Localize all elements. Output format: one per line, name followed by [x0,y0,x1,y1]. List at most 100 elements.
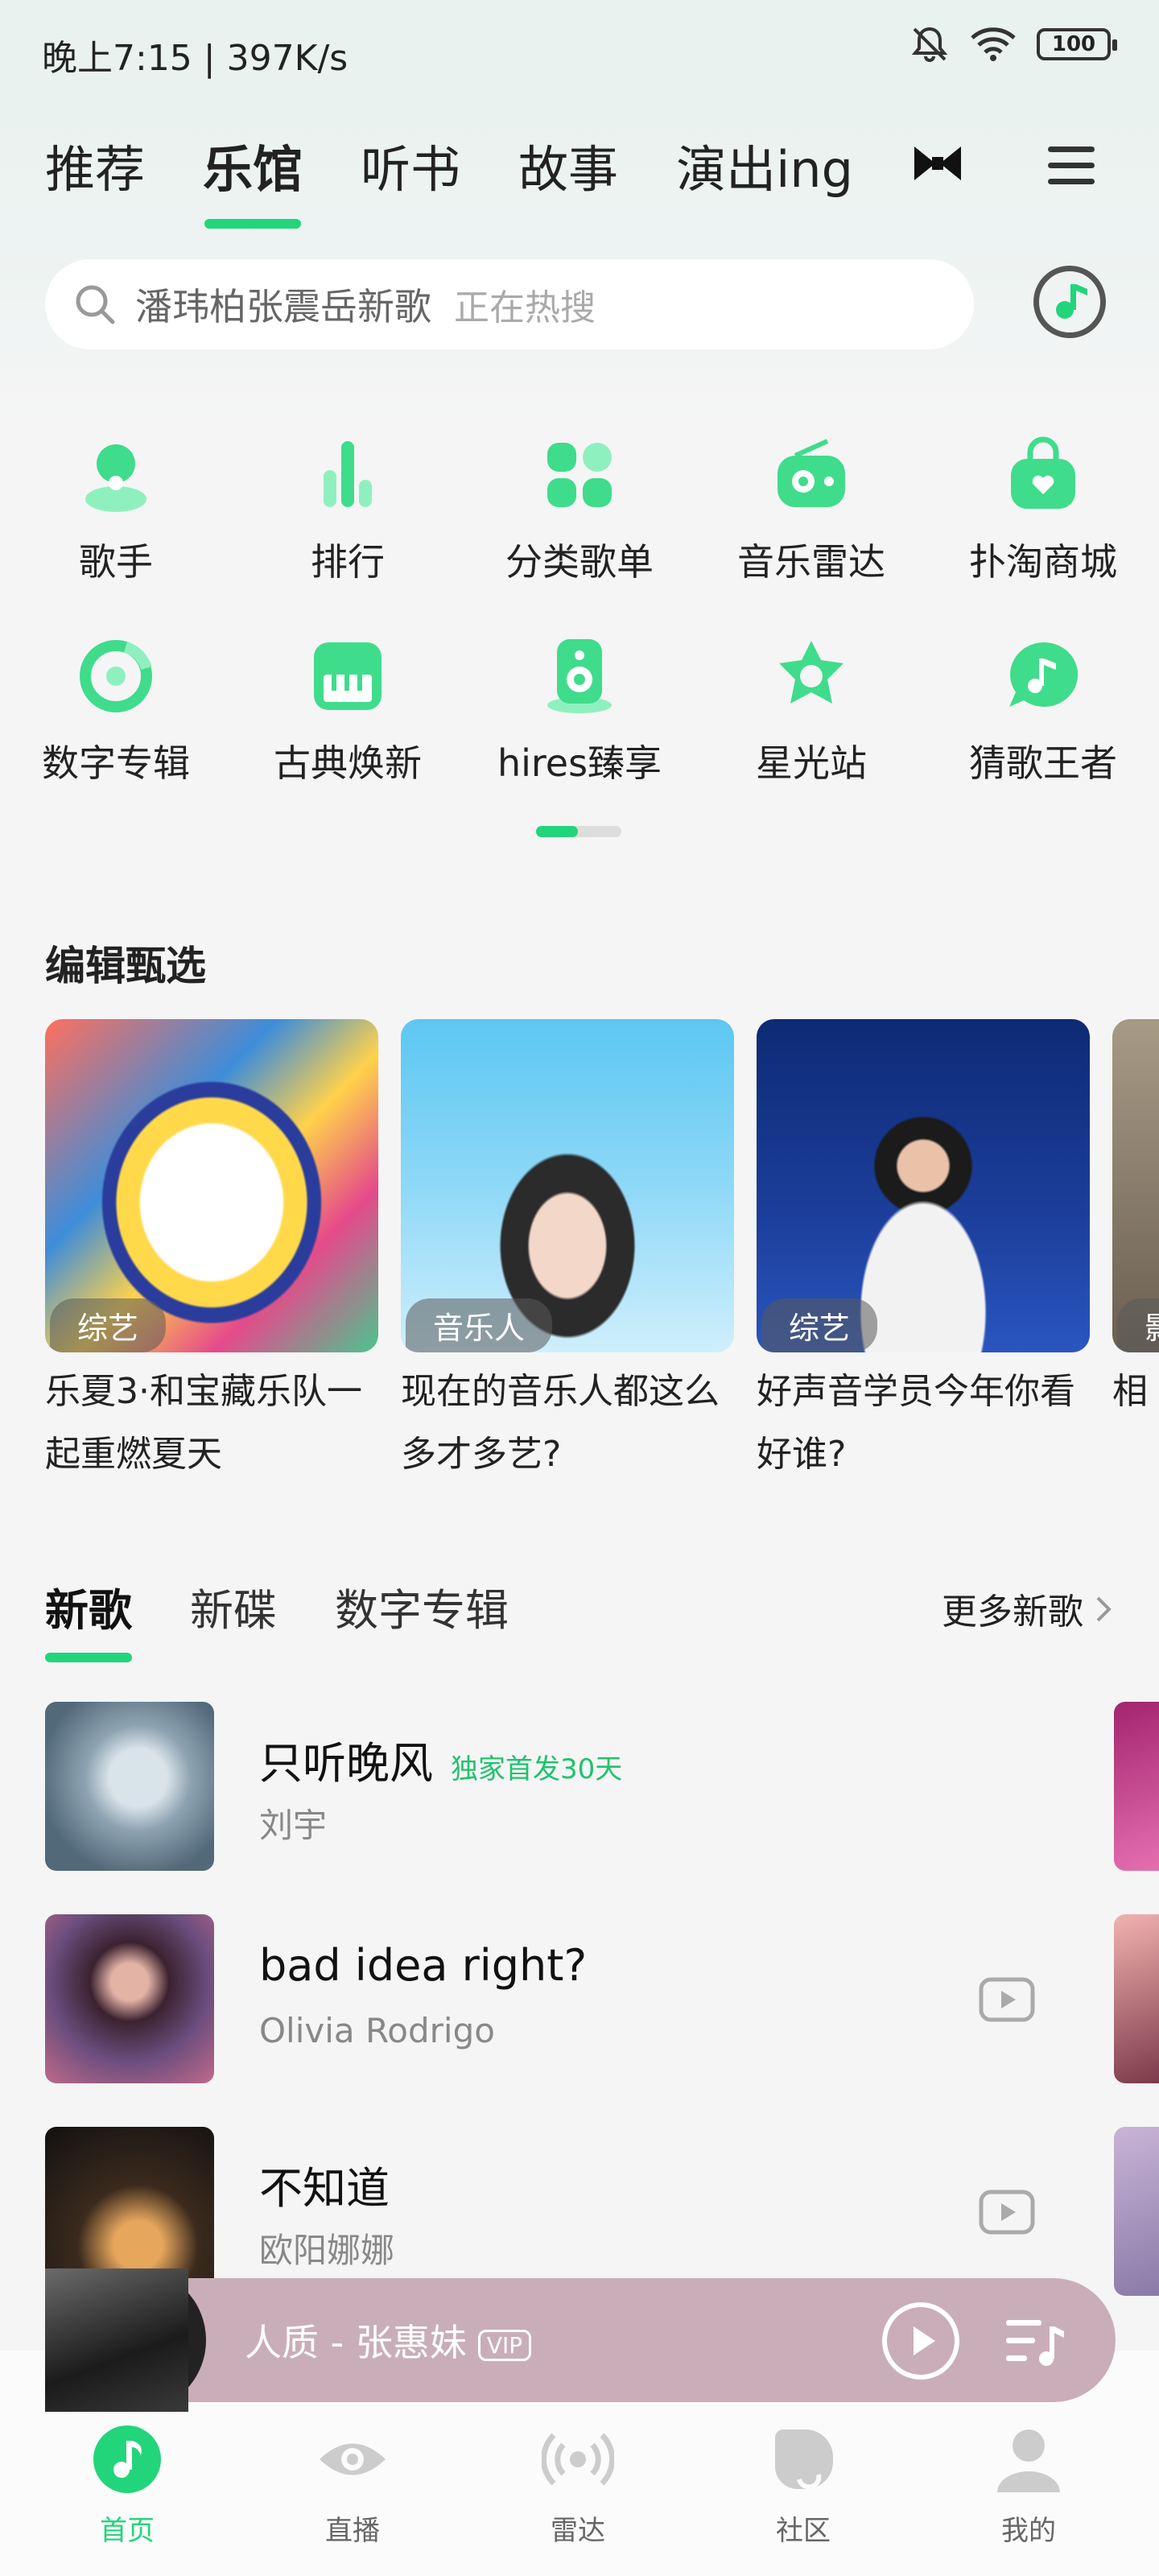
now-playing-text: 人质 - 张惠妹 VIP [245,2314,532,2367]
card-tag: 影 [1117,1298,1159,1352]
nav-profile[interactable]: 我的 [948,2423,1109,2548]
tab-digital-albums[interactable]: 数字专辑 [335,1575,509,1638]
card-cover-image: 综艺 [757,1019,1090,1352]
speaker-icon [547,639,612,713]
disc-icon [80,640,152,712]
nav-label: 直播 [325,2515,380,2547]
song-artist: 刘宇 [259,1806,328,1845]
battery-indicator: 100 [1037,28,1117,60]
category-radar[interactable]: 音乐雷达 [695,435,927,586]
video-play-icon[interactable] [979,1977,1035,2022]
album-art-image [45,2268,188,2412]
song-title: 不知道 [259,2163,390,2214]
tab-music-hall[interactable]: 乐馆 [203,129,303,229]
eye-icon [320,2443,386,2475]
nav-community[interactable]: 社区 [723,2423,884,2548]
shopping-bag-icon [1011,436,1075,509]
next-page-cover [1114,1914,1159,2083]
nav-home[interactable]: 首页 [47,2423,208,2548]
song-row[interactable]: 不知道 欧阳娜娜 [45,2127,1091,2296]
music-recognition-button[interactable] [1033,266,1106,338]
category-hires[interactable]: hires臻享 [464,636,695,787]
menu-icon[interactable] [1048,147,1095,195]
search-bar[interactable]: 潘玮柏张震岳新歌 正在热搜 [45,259,974,349]
category-label: 分类歌单 [505,540,654,584]
playlist-grid-icon [547,443,612,507]
search-placeholder: 潘玮柏张震岳新歌 [135,285,431,328]
song-artist: 欧阳娜娜 [259,2231,395,2270]
player-album-art[interactable] [45,2268,206,2412]
vip-badge: VIP [477,2330,532,2361]
nav-live[interactable]: 直播 [272,2423,433,2548]
broadcast-icon [540,2433,616,2486]
search-hot-label: 正在热搜 [454,287,596,328]
more-new-songs-link[interactable]: 更多新歌 [942,1583,1112,1634]
category-singer[interactable]: 歌手 [0,435,232,586]
category-classical[interactable]: 古典焕新 [232,636,464,787]
category-ranking[interactable]: 排行 [232,435,464,586]
category-playlists[interactable]: 分类歌单 [464,435,695,586]
nav-label: 雷达 [551,2515,605,2547]
new-release-tabs: 新歌 新碟 数字专辑 [45,1575,567,1662]
song-cover [45,1702,214,1871]
tab-recommend[interactable]: 推荐 [45,129,145,201]
song-artist: Olivia Rodrigo [259,2011,495,2050]
search-icon [76,285,115,324]
tab-new-songs[interactable]: 新歌 [45,1575,132,1662]
card-cover-image: 音乐人 [401,1019,734,1352]
category-shop[interactable]: 扑淘商城 [927,435,1159,586]
more-label: 更多新歌 [942,1591,1083,1633]
editor-card[interactable]: 音乐人 现在的音乐人都这么多才多艺? [401,1019,734,1486]
category-label: hires臻享 [497,741,662,785]
editor-card[interactable]: 综艺 乐夏3·和宝藏乐队一起重燃夏天 [45,1019,378,1486]
card-tag: 音乐人 [406,1298,553,1352]
playlist-icon[interactable] [1003,2314,1067,2370]
community-icon [775,2429,833,2490]
exclusive-badge: 独家首发30天 [451,1752,623,1785]
card-caption: 相 [1112,1371,1148,1412]
status-time: 晚上7:15 | 397K/s [42,38,349,79]
category-label: 排行 [311,540,385,584]
bell-muted-icon [911,27,948,62]
next-page-cover [1114,2127,1159,2296]
card-caption: 现在的音乐人都这么多才多艺? [401,1371,720,1475]
music-note-icon [1056,284,1087,319]
editor-card[interactable]: 影 相 [1112,1019,1159,1423]
card-caption: 乐夏3·和宝藏乐队一起重燃夏天 [45,1371,362,1475]
editor-card[interactable]: 综艺 好声音学员今年你看好谁? [757,1019,1090,1486]
play-button[interactable] [882,2302,959,2380]
music-chat-icon [1009,642,1079,707]
tab-shows[interactable]: 演出ing [676,129,853,201]
nav-label: 我的 [1001,2515,1056,2547]
chart-icon [324,441,372,507]
category-starlight[interactable]: 星光站 [695,636,927,787]
singer-icon [85,444,146,512]
card-tag: 综艺 [761,1298,878,1352]
song-row[interactable]: bad idea right? Olivia Rodrigo [45,1914,1091,2083]
status-icons: 100 [909,24,1117,64]
song-title: bad idea right? [259,1940,588,1991]
video-play-icon[interactable] [979,2190,1035,2235]
card-tag: 综艺 [50,1298,167,1352]
card-cover-image: 影 [1112,1019,1159,1352]
chevron-right-icon [1096,1596,1112,1622]
tab-new-albums[interactable]: 新碟 [190,1575,277,1638]
song-row[interactable]: 只听晚风 独家首发30天 刘宇 [45,1702,1091,1871]
piano-icon [314,642,382,710]
nav-label: 首页 [100,2515,155,2547]
nav-radar[interactable]: 雷达 [497,2423,658,2548]
mini-player[interactable]: 人质 - 张惠妹 VIP [79,2278,1116,2402]
category-label: 星光站 [756,741,867,785]
category-page-indicator [536,826,621,837]
category-digital-album[interactable]: 数字专辑 [0,636,232,787]
song-title: 只听晚风 独家首发30天 [259,1738,623,1789]
tab-audiobooks[interactable]: 听书 [361,129,460,201]
category-guess-song[interactable]: 猜歌王者 [927,636,1159,787]
home-music-icon [93,2425,161,2493]
tab-stories[interactable]: 故事 [518,129,618,201]
section-title-editor-picks: 编辑甄选 [45,943,206,989]
card-cover-image: 综艺 [45,1019,378,1352]
bowtie-tab-icon[interactable] [911,143,964,184]
category-label: 猜歌王者 [969,741,1117,785]
user-icon [997,2429,1060,2492]
